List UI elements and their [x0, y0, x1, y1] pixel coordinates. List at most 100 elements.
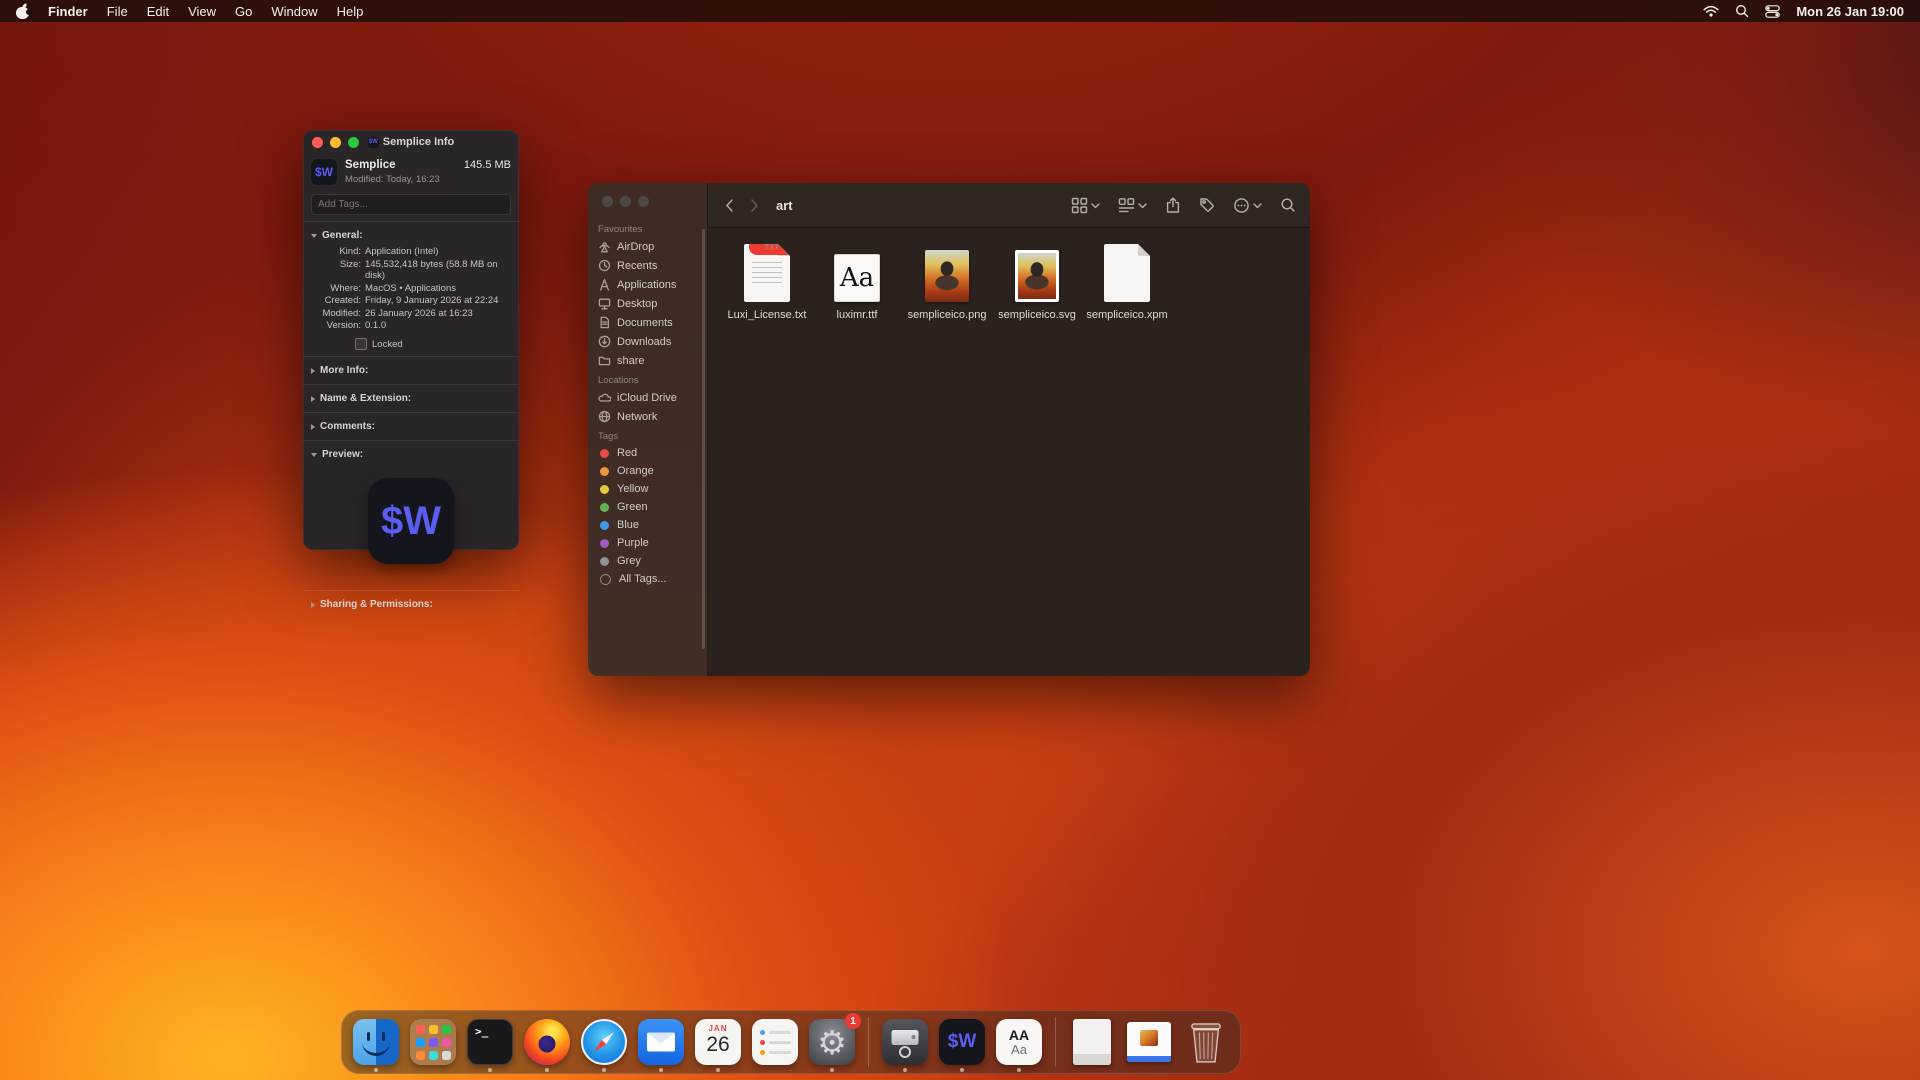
file-sempliceico-png[interactable]: sempliceico.png: [902, 240, 992, 321]
sidebar-tag-green[interactable]: Green: [588, 498, 707, 516]
close-button[interactable]: [312, 137, 323, 148]
sidebar-item-documents[interactable]: Documents: [588, 313, 707, 332]
group-by-button[interactable]: [1118, 197, 1147, 214]
section-more-info[interactable]: More Info:: [311, 363, 511, 378]
menu-app-finder[interactable]: Finder: [48, 4, 88, 19]
forward-button[interactable]: [747, 197, 762, 214]
menu-window[interactable]: Window: [271, 4, 317, 19]
menu-help[interactable]: Help: [337, 4, 364, 19]
control-center-icon[interactable]: [1765, 5, 1780, 18]
disclosure-triangle-icon[interactable]: [311, 368, 315, 374]
wifi-icon[interactable]: [1703, 5, 1719, 17]
sidebar-scrollbar[interactable]: [702, 229, 705, 649]
calendar-icon: JAN 26: [695, 1019, 741, 1065]
semplice-app-icon: $W: [311, 159, 337, 185]
tag-dot-purple: [600, 539, 609, 548]
sidebar-item-label: Network: [617, 411, 657, 423]
disclosure-triangle-icon[interactable]: [311, 424, 315, 430]
zoom-button[interactable]: [348, 137, 359, 148]
minimize-button[interactable]: [330, 137, 341, 148]
add-tags-field[interactable]: [311, 194, 511, 215]
sidebar-item-downloads[interactable]: Downloads: [588, 332, 707, 351]
disclosure-triangle-icon[interactable]: [311, 453, 317, 457]
trash-icon: [1187, 1019, 1225, 1065]
sidebar-item-applications[interactable]: Applications: [588, 275, 707, 294]
file-sempliceico-xpm[interactable]: sempliceico.xpm: [1082, 240, 1172, 321]
sidebar-item-network[interactable]: Network: [588, 407, 707, 426]
file-luxi-license-txt[interactable]: TXT Luxi_License.txt: [722, 240, 812, 321]
disclosure-triangle-icon[interactable]: [311, 602, 315, 608]
section-comments-label: Comments:: [320, 421, 375, 432]
dock-trash[interactable]: [1182, 1018, 1230, 1066]
dock-disk-utility[interactable]: [881, 1018, 929, 1066]
file-luximr-ttf[interactable]: Aa luximr.ttf: [812, 240, 902, 321]
dock-semplice[interactable]: $W: [938, 1018, 986, 1066]
dock-launchpad[interactable]: [409, 1018, 457, 1066]
menu-go[interactable]: Go: [235, 4, 252, 19]
file-sempliceico-svg[interactable]: sempliceico.svg: [992, 240, 1082, 321]
search-button[interactable]: [1280, 197, 1296, 213]
spotlight-search-icon[interactable]: [1735, 4, 1749, 18]
dock-finder[interactable]: [352, 1018, 400, 1066]
sidebar-item-label: Documents: [617, 317, 673, 329]
section-name-extension[interactable]: Name & Extension:: [311, 391, 511, 406]
toolbar-actions: [1071, 197, 1296, 214]
sidebar-tag-orange[interactable]: Orange: [588, 462, 707, 480]
dock-reminders[interactable]: [751, 1018, 799, 1066]
locked-checkbox[interactable]: [355, 338, 367, 350]
info-row-label: Where:: [311, 283, 361, 295]
firefox-icon: [524, 1019, 570, 1065]
dock-system-settings[interactable]: ⚙ 1: [808, 1018, 856, 1066]
sidebar-item-share[interactable]: share: [588, 351, 707, 370]
zoom-button[interactable]: [638, 196, 649, 207]
disclosure-triangle-icon[interactable]: [311, 234, 317, 238]
menu-bar-clock[interactable]: Mon 26 Jan 19:00: [1796, 4, 1904, 19]
minimized-window-icon: [1127, 1022, 1171, 1062]
close-button[interactable]: [602, 196, 613, 207]
dock-firefox[interactable]: [523, 1018, 571, 1066]
divider: [303, 356, 519, 357]
sidebar-tag-yellow[interactable]: Yellow: [588, 480, 707, 498]
dock-terminal[interactable]: >_: [466, 1018, 514, 1066]
info-row-value: 145,532,418 bytes (58.8 MB on disk): [365, 259, 511, 282]
sidebar-tag-red[interactable]: Red: [588, 444, 707, 462]
sidebar-item-recents[interactable]: Recents: [588, 256, 707, 275]
info-body: $W Semplice 145.5 MB Modified: Today, 16…: [303, 154, 519, 612]
tags-button[interactable]: [1199, 197, 1215, 213]
sidebar-tag-purple[interactable]: Purple: [588, 534, 707, 552]
view-options-button[interactable]: [1071, 197, 1100, 214]
sidebar-tag-grey[interactable]: Grey: [588, 552, 707, 570]
sidebar-tag-blue[interactable]: Blue: [588, 516, 707, 534]
back-button[interactable]: [722, 197, 737, 214]
dock-safari[interactable]: [580, 1018, 628, 1066]
menu-edit[interactable]: Edit: [147, 4, 169, 19]
minimize-button[interactable]: [620, 196, 631, 207]
sidebar-item-icloud-drive[interactable]: iCloud Drive: [588, 388, 707, 407]
share-button[interactable]: [1165, 197, 1181, 214]
dock-mail[interactable]: [637, 1018, 685, 1066]
section-general[interactable]: General:: [311, 228, 511, 243]
desktop-icon: [598, 297, 611, 310]
section-preview[interactable]: Preview:: [311, 447, 511, 462]
dock-minimized-document[interactable]: [1068, 1018, 1116, 1066]
info-title-bar[interactable]: $W Semplice Info: [303, 130, 519, 154]
font-book-icon: AA Aa: [996, 1019, 1042, 1065]
dock-font-book[interactable]: AA Aa: [995, 1018, 1043, 1066]
dock-minimized-window[interactable]: [1125, 1018, 1173, 1066]
sidebar-item-label: Purple: [617, 537, 649, 549]
sidebar-item-desktop[interactable]: Desktop: [588, 294, 707, 313]
section-sharing-permissions[interactable]: Sharing & Permissions:: [311, 597, 511, 612]
more-options-button[interactable]: [1233, 197, 1262, 214]
section-comments[interactable]: Comments:: [311, 419, 511, 434]
sidebar-item-airdrop[interactable]: AirDrop: [588, 237, 707, 256]
disk-utility-icon: [882, 1019, 928, 1065]
sidebar-all-tags[interactable]: All Tags...: [588, 570, 707, 588]
info-row-label: Created:: [311, 295, 361, 307]
semplice-dock-icon: $W: [939, 1019, 985, 1065]
apple-menu-icon[interactable]: [16, 4, 29, 19]
disclosure-triangle-icon[interactable]: [311, 396, 315, 402]
menu-view[interactable]: View: [188, 4, 216, 19]
dock-calendar[interactable]: JAN 26: [694, 1018, 742, 1066]
tag-dot-red: [600, 449, 609, 458]
menu-file[interactable]: File: [107, 4, 128, 19]
